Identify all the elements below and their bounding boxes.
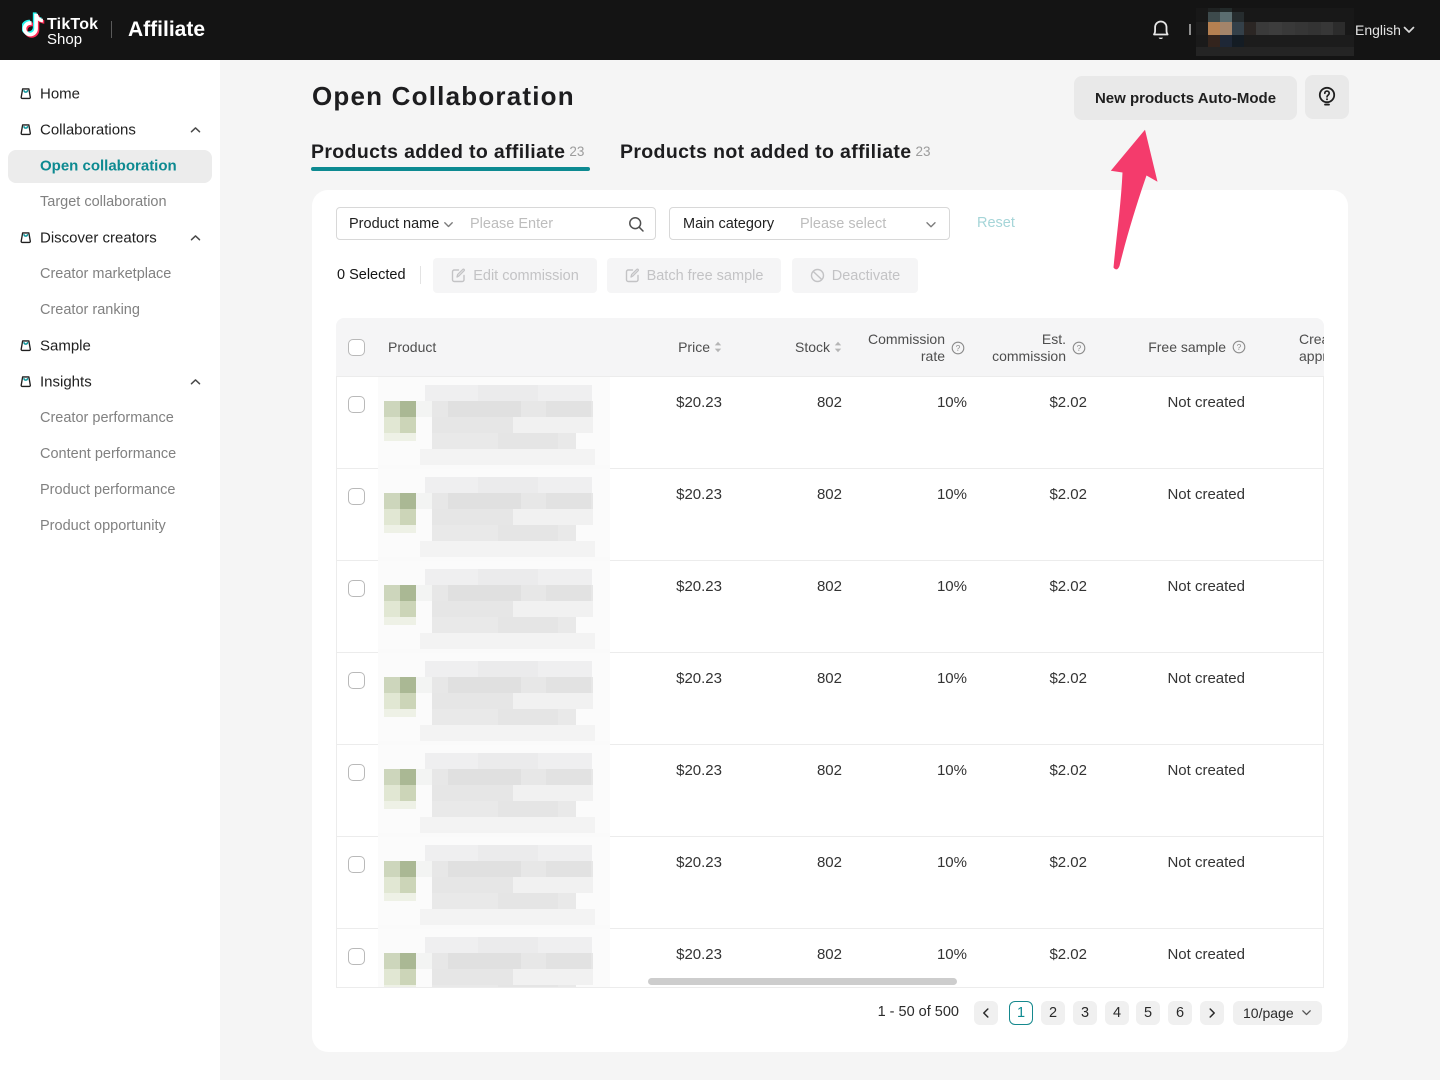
svg-text:?: ? bbox=[1237, 342, 1242, 352]
svg-text:?: ? bbox=[1077, 342, 1082, 352]
